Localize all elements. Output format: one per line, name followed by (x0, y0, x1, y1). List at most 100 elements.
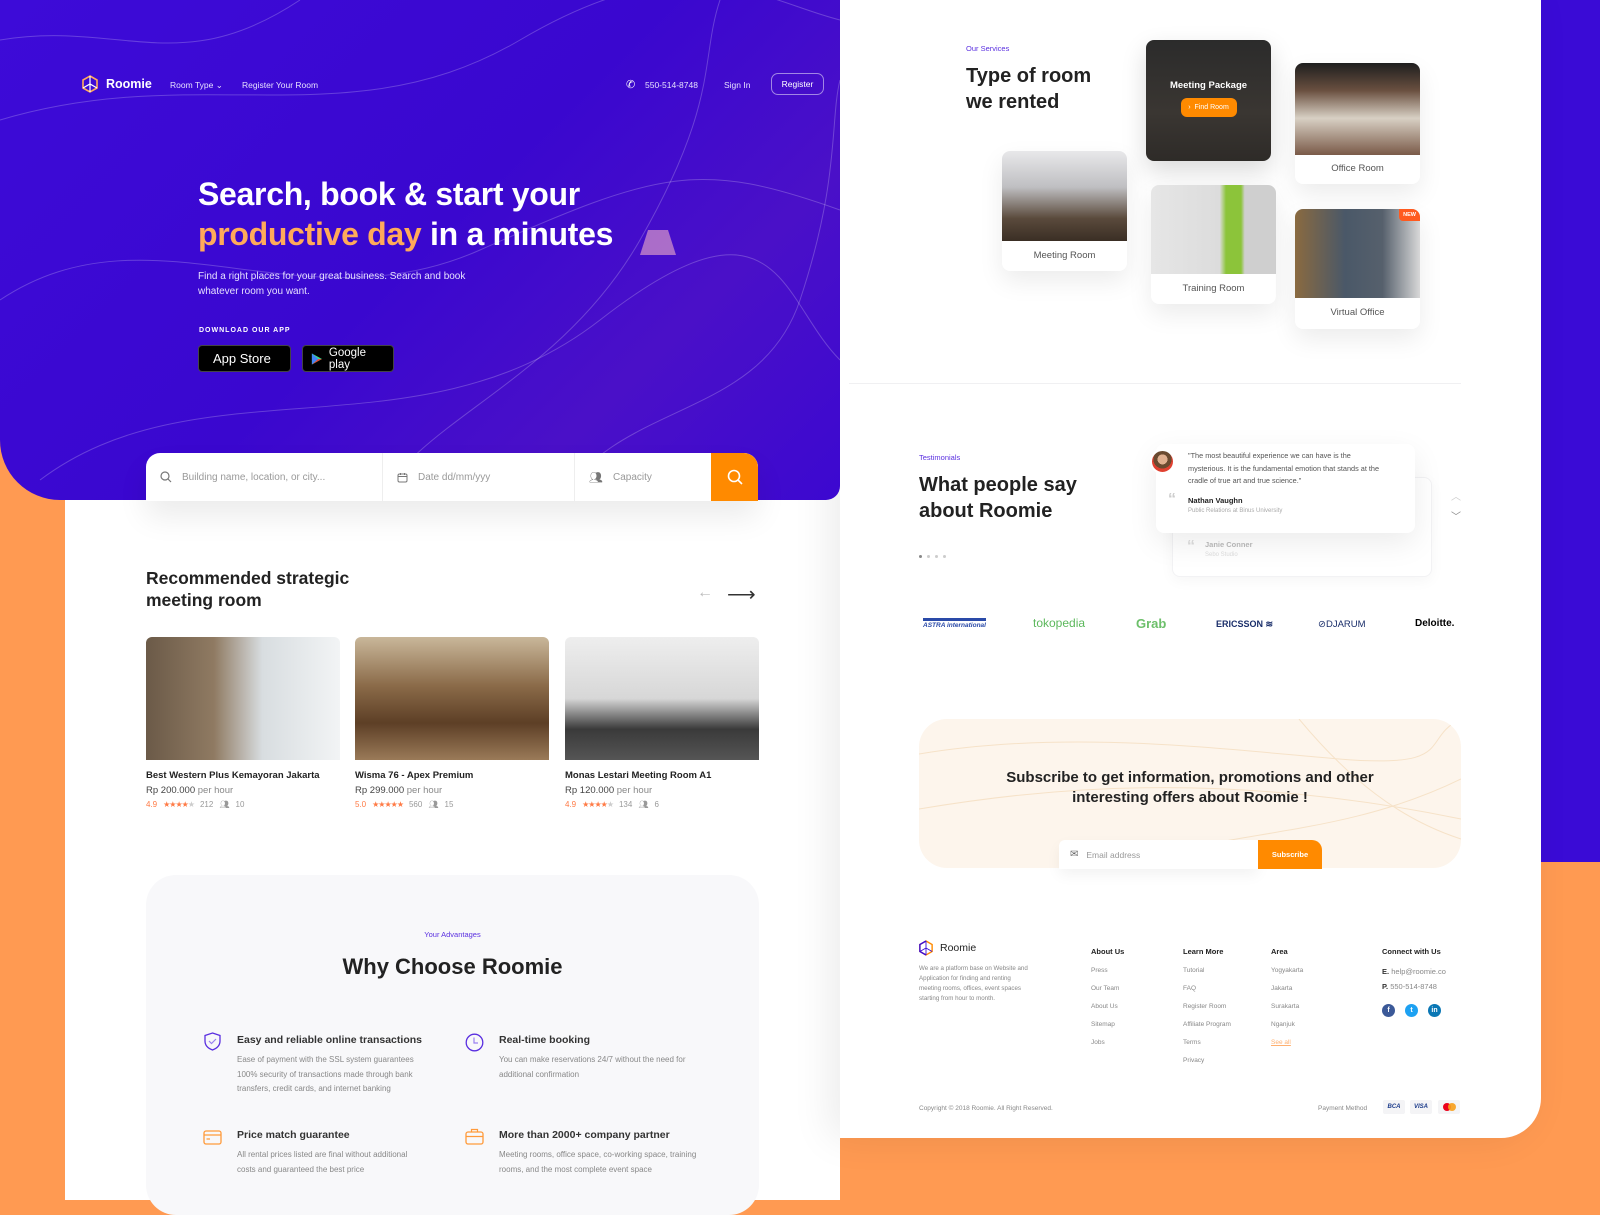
visa-payment-icon: VISA (1410, 1100, 1432, 1114)
room-type-virtual[interactable]: Virtual Office NEW (1295, 209, 1420, 329)
meeting-room-photo (1002, 151, 1127, 241)
quote-icon: “ (1168, 491, 1176, 508)
room-type-label: Training Room (1182, 283, 1245, 294)
services-label: Our Services (966, 44, 1010, 53)
advantage-title: Real-time booking (499, 1034, 591, 1046)
footer-column-about: About Us Press Our Team About Us Sitemap… (1091, 947, 1124, 1046)
facebook-icon[interactable]: f (1382, 1004, 1395, 1017)
email-input[interactable]: ✉ Email address (1059, 840, 1258, 869)
footer-column-heading: About Us (1091, 947, 1125, 956)
review-count: 212 (199, 800, 214, 809)
testimonial-role: Sebo Studio (1205, 552, 1238, 558)
nav-register-room-link[interactable]: Register Your Room (242, 80, 318, 90)
people-icon: 👥︎ (428, 800, 439, 809)
footer-link[interactable]: Privacy (1183, 1057, 1231, 1064)
footer-link[interactable]: About Us (1091, 1003, 1124, 1010)
services-title: Type of room we rented (966, 63, 1091, 115)
pagination-dot[interactable] (935, 555, 938, 558)
pagination-dot[interactable] (927, 555, 930, 558)
footer-link[interactable]: Press (1091, 967, 1124, 974)
footer-link[interactable]: Jakarta (1271, 985, 1303, 992)
footer-link[interactable]: FAQ (1183, 985, 1231, 992)
mail-icon: ✉ (1070, 849, 1079, 860)
room-type-meeting[interactable]: Meeting Room (1002, 151, 1127, 271)
footer-link[interactable]: Tutorial (1183, 967, 1231, 974)
footer-link[interactable]: Jobs (1091, 1039, 1124, 1046)
footer-link[interactable]: Affiliate Program (1183, 1021, 1231, 1028)
nav-room-type-dropdown[interactable]: Room Type ⌄ (170, 80, 223, 91)
app-store-button[interactable]: App Store (198, 345, 291, 372)
services-title-line2: we rented (966, 91, 1060, 113)
footer-link[interactable]: Our Team (1091, 985, 1124, 992)
shield-check-icon (204, 1032, 221, 1051)
hero-subtitle: Find a right places for your great busin… (198, 271, 466, 297)
footer-link[interactable]: Sitemap (1091, 1021, 1124, 1028)
pagination-dot-active[interactable] (919, 555, 922, 558)
find-room-button[interactable]: › Find Room (1180, 98, 1237, 117)
google-play-icon (311, 353, 322, 364)
register-button[interactable]: Register (771, 73, 824, 95)
sign-in-link[interactable]: Sign In (724, 80, 750, 90)
room-capacity: 15 (444, 800, 454, 809)
chevron-down-icon[interactable]: ﹀ (1451, 508, 1461, 523)
brand-name[interactable]: Roomie (106, 77, 152, 91)
footer-description: We are a platform base on Website and Ap… (919, 965, 1028, 1002)
testimonial-pagination (919, 555, 946, 558)
room-card[interactable]: Monas Lestari Meeting Room A1 Rp 120.000… (565, 637, 759, 809)
search-button[interactable] (711, 453, 758, 501)
recommended-title: Recommended strategic meeting room (146, 567, 349, 611)
capacity-placeholder: Capacity (612, 471, 652, 483)
partner-logo-ericsson: ERICSSON ≋ (1216, 619, 1273, 630)
footer-link[interactable]: Yogyakarta (1271, 967, 1303, 974)
twitter-icon[interactable]: t (1405, 1004, 1418, 1017)
footer-link[interactable]: Terms (1183, 1039, 1231, 1046)
room-card[interactable]: Wisma 76 - Apex Premium Rp 299.000 per h… (355, 637, 549, 809)
linkedin-icon[interactable]: in (1428, 1004, 1441, 1017)
testimonial-card-active[interactable]: "The most beautiful experience we can ha… (1156, 444, 1415, 533)
testimonial-name: Nathan Vaughn (1188, 496, 1243, 505)
footer-link[interactable]: Nganjuk (1271, 1021, 1303, 1028)
nav-room-type-label: Room Type (170, 80, 214, 90)
room-price: Rp 299.000 (355, 785, 405, 796)
partner-logo-tokopedia: tokopedia (1033, 616, 1086, 630)
chevron-up-icon[interactable]: ︿ (1451, 488, 1461, 503)
star-rating-icon: ★★★★★ (163, 800, 195, 809)
room-rating: 5.0 (355, 800, 367, 809)
subscribe-button[interactable]: Subscribe (1258, 840, 1322, 869)
email-label: E. (1382, 967, 1390, 976)
briefcase-icon (465, 1128, 484, 1145)
room-type-office[interactable]: Office Room (1295, 63, 1420, 184)
date-placeholder: Date dd/mm/yyy (418, 471, 491, 483)
footer-link[interactable]: Register Room (1183, 1003, 1231, 1010)
partner-logo-deloitte: Deloitte. (1415, 618, 1455, 629)
people-icon: 👥︎ (589, 471, 603, 484)
google-play-button[interactable]: Google play (302, 345, 394, 372)
hero-section: Roomie Room Type ⌄ Register Your Room ✆ … (0, 0, 840, 500)
see-all-link[interactable]: See all (1271, 1039, 1303, 1046)
footer-email[interactable]: help@roomie.co (1391, 967, 1446, 976)
capacity-input[interactable]: 👥︎ Capacity (575, 453, 711, 501)
room-price-unit: per hour (406, 785, 443, 796)
djarum-text: DJARUM (1325, 619, 1366, 630)
location-search-input[interactable]: Building name, location, or city... (146, 453, 383, 501)
room-rating: 4.9 (565, 800, 577, 809)
date-input[interactable]: Date dd/mm/yyy (383, 453, 575, 501)
clock-icon (465, 1033, 484, 1052)
testimonials-title-line1: What people say (919, 474, 1077, 496)
pagination-dot[interactable] (943, 555, 946, 558)
testimonial-quote: "The most beautiful experience we can ha… (1188, 451, 1380, 485)
ericsson-text: ERICSSON (1216, 619, 1264, 629)
next-arrow-icon[interactable]: ⟶ (727, 582, 756, 607)
nav-phone: 550-514-8748 (645, 80, 698, 90)
subscribe-title-line1: Subscribe to get information, promotions… (1006, 769, 1374, 786)
room-name: Monas Lestari Meeting Room A1 (565, 770, 712, 781)
hero-title-rest: in a minutes (421, 216, 614, 252)
footer-link[interactable]: Surakarta (1271, 1003, 1303, 1010)
advantage-desc: Meeting rooms, office space, co-working … (499, 1150, 697, 1174)
bca-payment-icon: BCA (1383, 1100, 1405, 1114)
room-type-training[interactable]: Training Room (1151, 185, 1276, 304)
room-name: Wisma 76 - Apex Premium (355, 770, 474, 781)
room-card[interactable]: Best Western Plus Kemayoran Jakarta Rp 2… (146, 637, 340, 809)
meeting-package-card[interactable]: Meeting Package › Find Room (1146, 40, 1271, 161)
prev-arrow-icon[interactable]: ← (697, 584, 713, 602)
